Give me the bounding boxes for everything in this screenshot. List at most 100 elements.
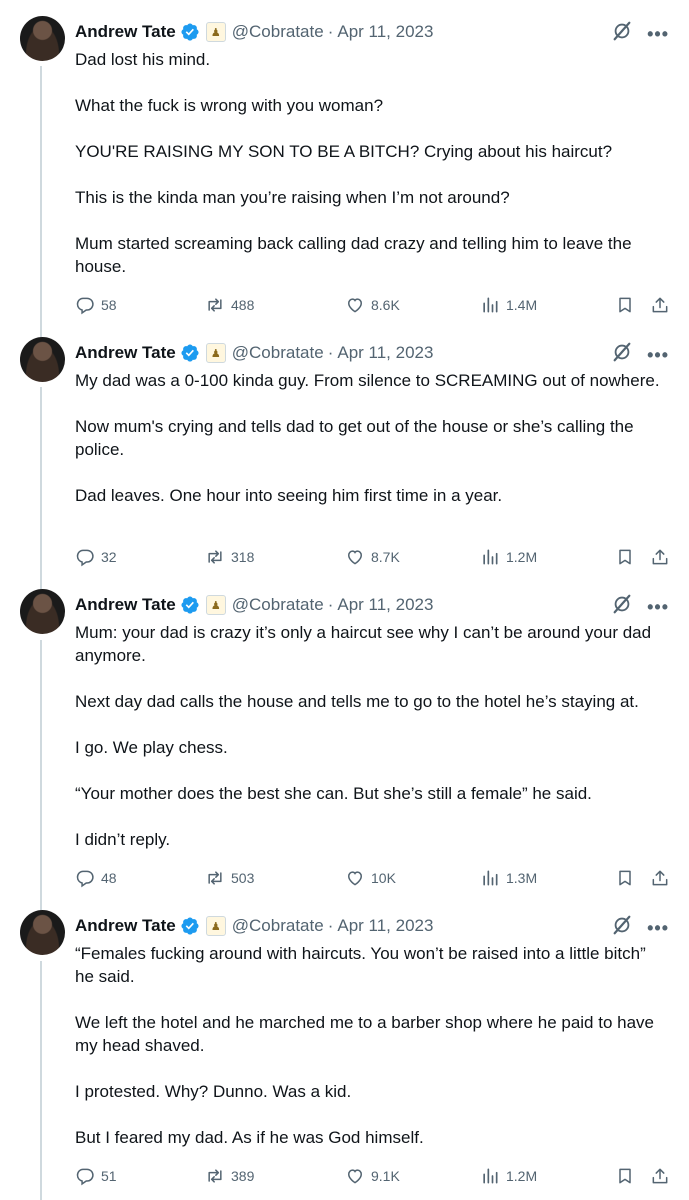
tweet-paragraph: We left the hotel and he marched me to a… bbox=[75, 1013, 659, 1055]
like-count: 10K bbox=[371, 870, 396, 886]
views-icon bbox=[483, 1168, 498, 1184]
views-count: 1.3M bbox=[506, 870, 538, 886]
like-button[interactable]: 9.1K bbox=[345, 1166, 400, 1186]
bookmark-button[interactable] bbox=[615, 295, 635, 315]
like-icon bbox=[347, 298, 363, 313]
tweet-paragraph: What the fuck is wrong with you woman? bbox=[75, 96, 384, 115]
author-handle[interactable]: @Cobratate bbox=[232, 916, 324, 936]
repost-button[interactable]: 503 bbox=[205, 868, 254, 888]
more-icon[interactable]: ••• bbox=[647, 919, 669, 937]
tweet-paragraph: Now mum's crying and tells dad to get ou… bbox=[75, 417, 639, 459]
like-icon bbox=[347, 871, 363, 886]
views-button[interactable]: 1.2M bbox=[480, 547, 537, 567]
separator-dot: · bbox=[327, 916, 334, 935]
like-count: 8.6K bbox=[371, 297, 400, 313]
like-button[interactable]: 8.7K bbox=[345, 547, 400, 567]
repost-button[interactable]: 389 bbox=[205, 1166, 254, 1186]
author-name[interactable]: Andrew Tate bbox=[75, 343, 176, 363]
tweet-actions: 51 389 9.1K 1.2M bbox=[75, 1164, 669, 1188]
repost-icon bbox=[208, 1169, 222, 1183]
separator-dot: · bbox=[327, 595, 334, 614]
views-button[interactable]: 1.4M bbox=[480, 295, 537, 315]
verified-badge-icon bbox=[180, 22, 200, 42]
like-count: 9.1K bbox=[371, 1168, 400, 1184]
like-icon bbox=[347, 1169, 363, 1184]
tweet-paragraph: Mum started screaming back calling dad c… bbox=[75, 234, 637, 276]
repost-count: 488 bbox=[231, 297, 255, 313]
share-icon bbox=[652, 870, 668, 886]
more-icon[interactable]: ••• bbox=[647, 25, 669, 43]
tweet-date[interactable]: Apr 11, 2023 bbox=[337, 343, 433, 363]
views-count: 1.2M bbox=[506, 549, 538, 565]
views-button[interactable]: 1.3M bbox=[480, 868, 537, 888]
more-icon[interactable]: ••• bbox=[647, 346, 669, 364]
tweet-paragraph: “Females fucking around with haircuts. Y… bbox=[75, 944, 651, 986]
bookmark-icon bbox=[619, 870, 631, 886]
verified-badge-icon bbox=[180, 343, 200, 363]
tweet-header: Andrew Tate ♟ @Cobratate · Apr 11, 2023 … bbox=[75, 593, 669, 617]
reply-button[interactable]: 48 bbox=[75, 868, 117, 888]
verified-badge-icon bbox=[180, 916, 200, 936]
bookmark-icon bbox=[619, 549, 631, 565]
grok-icon[interactable] bbox=[611, 593, 633, 620]
like-count: 8.7K bbox=[371, 549, 400, 565]
repost-button[interactable]: 488 bbox=[205, 295, 254, 315]
reply-button[interactable]: 58 bbox=[75, 295, 117, 315]
share-button[interactable] bbox=[650, 547, 670, 567]
tweet-text: My dad was a 0-100 kinda guy. From silen… bbox=[75, 369, 665, 507]
reply-button[interactable]: 32 bbox=[75, 547, 117, 567]
author-name[interactable]: Andrew Tate bbox=[75, 916, 176, 936]
tweet-paragraph: I go. We play chess. bbox=[75, 738, 228, 757]
share-icon bbox=[652, 549, 668, 565]
tweet-actions: 48 503 10K 1.3M bbox=[75, 866, 669, 890]
avatar[interactable] bbox=[20, 589, 65, 634]
tweet-header: Andrew Tate ♟ @Cobratate · Apr 11, 2023 … bbox=[75, 341, 669, 365]
tweet-paragraph: Dad lost his mind. bbox=[75, 50, 211, 69]
tweet-text: Dad lost his mind. What the fuck is wrong… bbox=[75, 48, 665, 278]
share-button[interactable] bbox=[650, 295, 670, 315]
verified-badge-icon bbox=[180, 595, 200, 615]
author-name[interactable]: Andrew Tate bbox=[75, 595, 176, 615]
repost-button[interactable]: 318 bbox=[205, 547, 254, 567]
repost-count: 389 bbox=[231, 1168, 255, 1184]
share-button[interactable] bbox=[650, 1166, 670, 1186]
like-button[interactable]: 10K bbox=[345, 868, 396, 888]
author-handle[interactable]: @Cobratate bbox=[232, 22, 324, 42]
like-button[interactable]: 8.6K bbox=[345, 295, 400, 315]
tweet-date[interactable]: Apr 11, 2023 bbox=[337, 595, 433, 615]
tweet-paragraph: But I feared my dad. As if he was God hi… bbox=[75, 1128, 424, 1147]
reply-icon bbox=[76, 870, 94, 888]
share-icon bbox=[652, 1168, 668, 1184]
reply-count: 51 bbox=[101, 1168, 117, 1184]
chess-knight-affiliate-icon: ♟ bbox=[205, 916, 226, 936]
bookmark-button[interactable] bbox=[615, 547, 635, 567]
reply-button[interactable]: 51 bbox=[75, 1166, 117, 1186]
share-icon bbox=[652, 297, 668, 313]
avatar[interactable] bbox=[20, 16, 65, 61]
share-button[interactable] bbox=[650, 868, 670, 888]
grok-icon[interactable] bbox=[611, 20, 633, 47]
reply-icon bbox=[76, 1168, 94, 1186]
views-button[interactable]: 1.2M bbox=[480, 1166, 537, 1186]
chess-knight-affiliate-icon: ♟ bbox=[205, 595, 226, 615]
tweet-paragraph: YOU'RE RAISING MY SON TO BE A BITCH? Cry… bbox=[75, 142, 613, 161]
tweet-paragraph: Mum: your dad is crazy it’s only a hairc… bbox=[75, 623, 656, 665]
thread-line bbox=[40, 640, 42, 912]
more-icon[interactable]: ••• bbox=[647, 598, 669, 616]
grok-icon[interactable] bbox=[611, 914, 633, 941]
grok-icon[interactable] bbox=[611, 341, 633, 368]
avatar[interactable] bbox=[20, 910, 65, 955]
tweet-date[interactable]: Apr 11, 2023 bbox=[337, 22, 433, 42]
like-icon bbox=[347, 550, 363, 565]
bookmark-button[interactable] bbox=[615, 1166, 635, 1186]
reply-count: 32 bbox=[101, 549, 117, 565]
author-name[interactable]: Andrew Tate bbox=[75, 22, 176, 42]
tweet-date[interactable]: Apr 11, 2023 bbox=[337, 916, 433, 936]
author-handle[interactable]: @Cobratate bbox=[232, 343, 324, 363]
avatar[interactable] bbox=[20, 337, 65, 382]
author-handle[interactable]: @Cobratate bbox=[232, 595, 324, 615]
tweet-text: “Females fucking around with haircuts. Y… bbox=[75, 942, 665, 1149]
separator-dot: · bbox=[327, 22, 334, 41]
reply-count: 58 bbox=[101, 297, 117, 313]
bookmark-button[interactable] bbox=[615, 868, 635, 888]
